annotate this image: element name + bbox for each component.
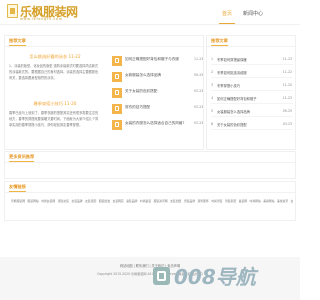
more-news-panel: 更多资讯推荐 [4, 151, 296, 179]
friend-link[interactable]: 时尚女装网 [41, 199, 55, 203]
nav-news-center[interactable]: 新闻中心 [243, 7, 263, 21]
friend-link[interactable]: 服装网站 [28, 199, 39, 203]
sidebar-item-title: 关于女装的色彩搭配 [217, 123, 247, 127]
sidebar-item-date: 09-25 [282, 109, 292, 113]
sidebar-item-number: 2 [211, 70, 214, 74]
sidebar-item-date: 11-22 [282, 70, 292, 74]
article-date: 11-20 [64, 101, 77, 106]
sidebar-item-date: 03-23 [282, 122, 292, 126]
feature-item[interactable]: 穿衣的技巧搭配 03-23 [112, 104, 207, 114]
feature-date: 03-23 [194, 121, 204, 125]
recommended-panel-header: 推荐文章 [5, 36, 203, 47]
article-thumbnail-icon [112, 72, 122, 82]
watermark-text: 008导航 [174, 265, 256, 289]
feature-item[interactable]: 女装的衣服怎么选择适合自己的风格? 03-23 [112, 120, 207, 130]
friend-link[interactable]: 女装网 [291, 199, 293, 203]
article-title: 春季穿搭小技巧 [33, 101, 63, 106]
feature-title: 关于女装的色彩搭配 [125, 89, 158, 93]
article-date: 11-22 [68, 54, 81, 59]
friend-link[interactable]: 女装网店 [113, 199, 124, 203]
sidebar-item[interactable]: 4 如何正确搭配好背包和帽子 11-23 [211, 95, 293, 104]
sidebar-panel-header: 推荐文章 [207, 36, 295, 47]
friend-link[interactable]: 美容网站 [263, 199, 274, 203]
sidebar-item[interactable]: 2 冬季如何挑选羽绒服 11-22 [211, 69, 293, 78]
sidebar-item-number: 5 [211, 109, 214, 113]
friend-link[interactable]: 服装批发 [99, 199, 110, 203]
friend-link[interactable]: 女装加盟 [170, 199, 181, 203]
friend-link[interactable]: 美妆资讯 [277, 199, 288, 203]
site-header: 乐枫服装网 www.lefengfu.com 首页 新闻中心 [0, 0, 300, 25]
sidebar-item[interactable]: 1 冬季如何穿搭最保暖 11-23 [211, 56, 293, 65]
friend-links-list: 乐枫服装网 服装网站 时尚女装网 潮流女装 女装品牌 女装搭配 服装批发 女装网店 童装品牌 时尚… [11, 199, 293, 204]
article-thumbnail-icon [112, 56, 122, 66]
header-divider [0, 24, 300, 25]
friend-links-panel-title: 友情链接 [9, 184, 26, 192]
sidebar-item-title: 冬季如何穿搭最保暖 [217, 58, 247, 62]
sidebar-item-number: 6 [211, 122, 214, 126]
article-thumbnail-icon [112, 120, 122, 130]
sidebar-item-number: 4 [211, 96, 214, 100]
sidebar-item-title: 冬季如何挑选羽绒服 [217, 71, 247, 75]
feature-date: 09-25 [194, 73, 204, 77]
sidebar-item[interactable]: 3 冬季穿搭小技巧 11-20 [211, 82, 293, 91]
sidebar-item-date: 11-20 [282, 83, 292, 87]
site-logo[interactable]: 乐枫服装网 www.lefengfu.com [7, 3, 78, 23]
feature-title: 女款服装怎么选择品牌 [125, 73, 161, 77]
sidebar-panel-title: 推荐文章 [211, 38, 228, 46]
recommended-panel: 推荐文章 怎么挑选好看的泳衣 11-22 1、泳装的版型、化妆品的版型 选购泳装… [4, 35, 204, 150]
sidebar-panel: 推荐文章 1 冬季如何穿搭最保暖 11-23 2 冬季如何挑选羽绒服 11-22… [206, 35, 296, 150]
nav-home[interactable]: 首页 [218, 7, 236, 24]
article-title-link[interactable]: 春季穿搭小技巧 11-20 [9, 101, 101, 107]
friend-link[interactable]: 时尚童装 [140, 199, 151, 203]
friend-link[interactable]: 男装搭配 [225, 199, 236, 203]
article-card: 春季穿搭小技巧 11-20 春季已经马上就到了，春季衣服的搭配其实还有很多需要注… [9, 101, 101, 143]
feature-item[interactable]: 女款服装怎么选择品牌 09-25 [112, 72, 207, 82]
article-title-link[interactable]: 怎么挑选好看的泳衣 11-22 [9, 54, 101, 60]
feature-title: 女装的衣服怎么选择适合自己的风格? [125, 121, 185, 125]
feature-date: 03-23 [194, 105, 204, 109]
sidebar-item-date: 11-23 [282, 96, 292, 100]
friend-link[interactable]: 女装品牌 [71, 199, 82, 203]
friend-link[interactable]: 时尚男装 [211, 199, 222, 203]
article-title: 怎么挑选好看的泳衣 [29, 54, 68, 59]
site-url: www.lefengfu.com [20, 17, 63, 21]
friend-link[interactable]: 女装搭配 [85, 199, 96, 203]
article-card: 怎么挑选好看的泳衣 11-22 1、泳装的版型、化妆品的版型 选购泳装款式时要选… [9, 54, 101, 96]
friend-link[interactable]: 乐枫服装网 [11, 199, 25, 203]
article-summary: 春季已经马上就到了，春季衣服的搭配其实还有很多需要注意的地方，春季的穿搭既要保暖… [9, 111, 99, 127]
sidebar-item-number: 1 [211, 57, 214, 61]
feature-item[interactable]: 关于女装的色彩搭配 03-23 [112, 88, 207, 98]
watermark-icon [153, 267, 170, 285]
more-news-panel-header: 更多资讯推荐 [5, 152, 295, 163]
friend-link[interactable]: 潮流女装 [58, 199, 69, 203]
sidebar-item-number: 3 [211, 83, 214, 87]
feature-date: 11-23 [194, 57, 204, 61]
feature-title: 如何正确搭配好背包和帽子与衣服 [125, 57, 179, 61]
article-thumbnail-icon [112, 104, 122, 114]
friend-links-panel: 友情链接 乐枫服装网 服装网站 时尚女装网 潮流女装 女装品牌 女装搭配 服装批发 女装网店童… [4, 181, 296, 221]
sidebar-item[interactable]: 6 关于女装的色彩搭配 03-23 [211, 121, 293, 130]
friend-links-panel-header: 友情链接 [5, 182, 295, 193]
sidebar-item-title: 女装服装怎么选择品牌 [217, 110, 250, 114]
article-thumbnail-icon [112, 88, 122, 98]
watermark-logo: 008导航 [153, 265, 258, 289]
friend-link[interactable]: 潮男服饰 [198, 199, 209, 203]
sidebar-item-title: 如何正确搭配好背包和帽子 [217, 97, 257, 101]
recommended-panel-title: 推荐文章 [9, 38, 26, 46]
friend-link[interactable]: 服装资讯网 [154, 199, 168, 203]
article-summary: 1、泳装的版型、化妆品的版型 选购泳装款式时要选择简洁款式的泳装款式的，要根据自… [9, 64, 99, 80]
sidebar-item-title: 冬季穿搭小技巧 [217, 84, 241, 88]
friend-link[interactable]: 童装品牌 [126, 199, 137, 203]
friend-link[interactable]: 男装品牌 [184, 199, 195, 203]
feature-date: 03-23 [194, 89, 204, 93]
sidebar-item-date: 11-23 [282, 57, 292, 61]
feature-title: 穿衣的技巧搭配 [125, 105, 151, 109]
sidebar-item[interactable]: 5 女装服装怎么选择品牌 09-25 [211, 108, 293, 117]
more-news-panel-title: 更多资讯推荐 [9, 154, 35, 162]
logo-mark-icon [7, 4, 18, 18]
feature-item[interactable]: 如何正确搭配好背包和帽子与衣服 11-23 [112, 56, 207, 66]
friend-link[interactable]: 童装网 [239, 199, 247, 203]
friend-link[interactable]: 时尚网站 [250, 199, 261, 203]
